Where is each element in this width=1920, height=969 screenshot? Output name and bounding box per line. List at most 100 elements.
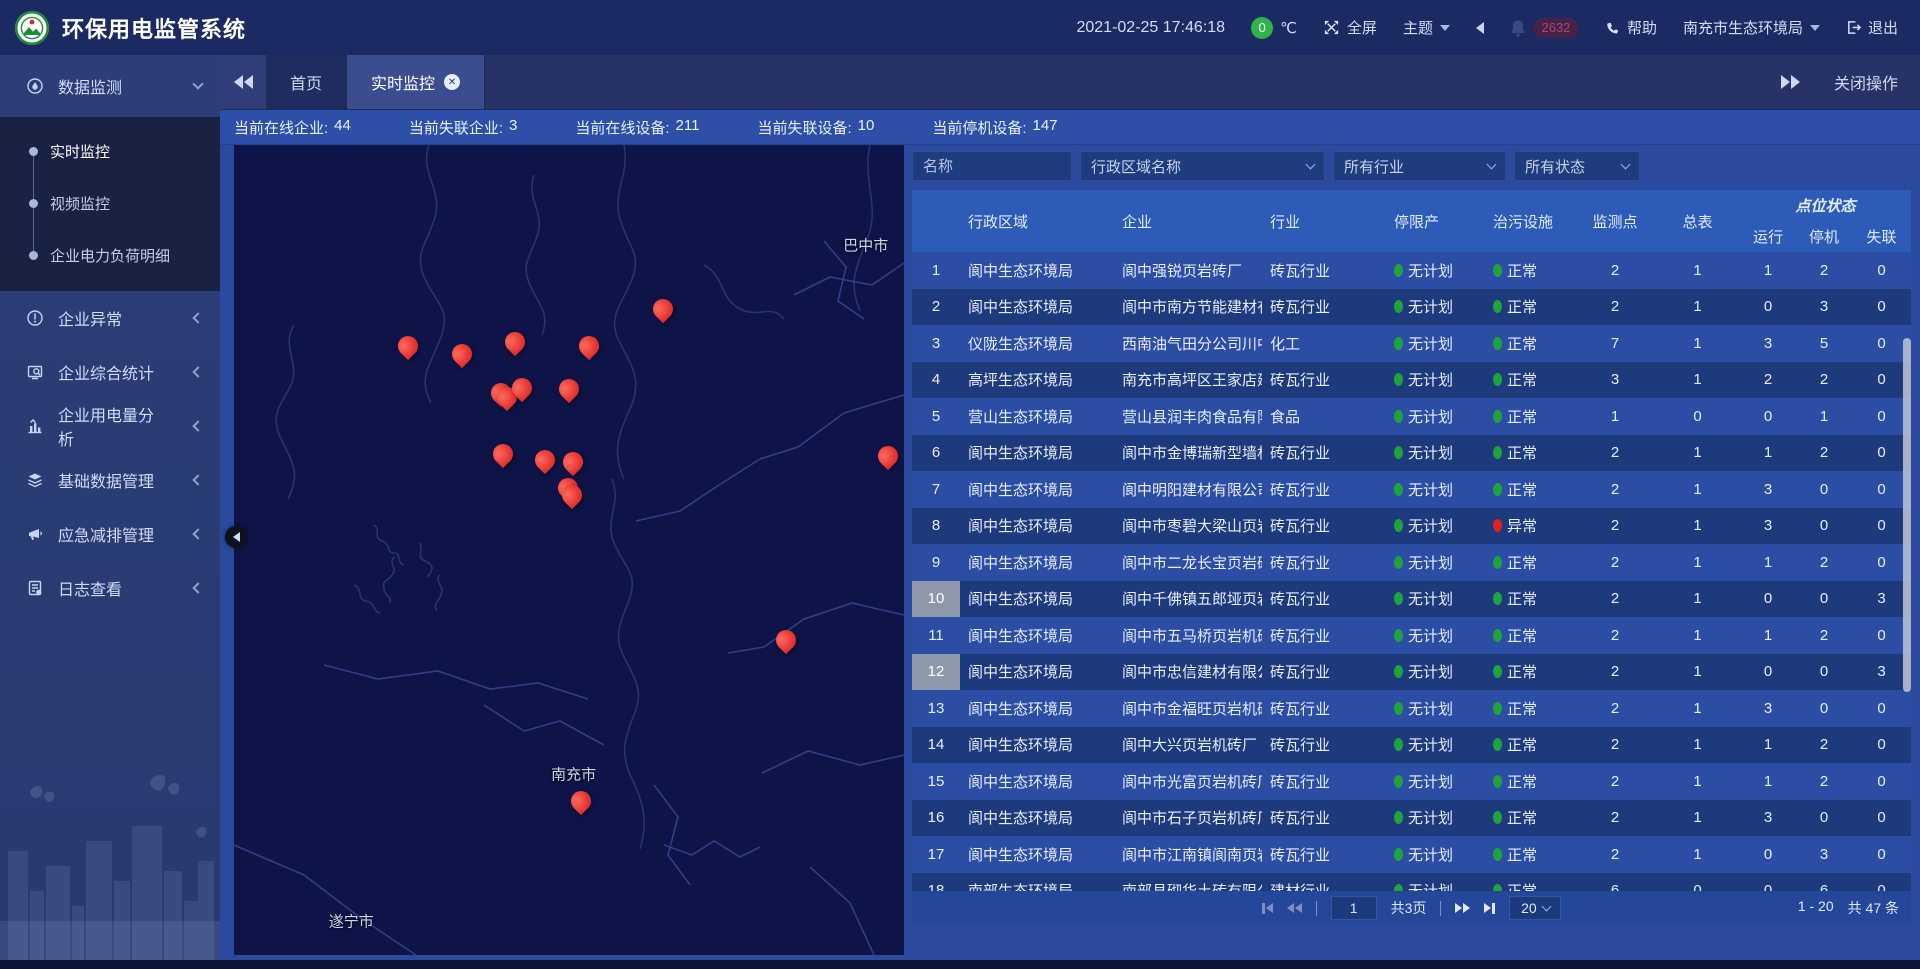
cell-lost-count: 0 [1852,289,1911,326]
map-pin[interactable] [559,379,579,399]
table-scrollbar-thumb[interactable] [1903,338,1911,692]
sidebar-item-2[interactable]: 企业综合统计 [0,345,220,399]
map-pin[interactable] [535,450,555,470]
map-pin[interactable] [512,378,532,398]
sidebar-subitem-1[interactable]: 视频监控 [0,177,220,229]
tabs-scroll-left-button[interactable] [220,55,266,109]
cell-company: 西南油气田分公司川中 [1110,325,1262,362]
prev-page-button[interactable] [1287,903,1302,913]
sidebar-subitem-2[interactable]: 企业电力负荷明细 [0,229,220,281]
cell-monitor-count: 2 [1575,435,1655,472]
total-count-label: 共 47 条 [1848,898,1899,918]
cell-region: 营山生态环境局 [960,398,1110,435]
table-row[interactable]: 10阆中生态环境局阆中千佛镇五郎垭页岩砖瓦行业无计划正常21003 [912,581,1911,618]
fullscreen-button[interactable]: 全屏 [1323,17,1377,38]
cell-region: 阆中生态环境局 [960,252,1110,289]
table-row[interactable]: 15阆中生态环境局阆中市光富页岩机砖厂砖瓦行业无计划正常21120 [912,763,1911,800]
table-row[interactable]: 16阆中生态环境局阆中市石子页岩机砖厂砖瓦行业无计划正常21300 [912,800,1911,837]
sidebar-item-4[interactable]: 基础数据管理 [0,453,220,507]
sidebar-subitem-0[interactable]: 实时监控 [0,125,220,177]
cell-halt-count: 3 [1796,836,1852,873]
region-select[interactable]: 行政区域名称 [1080,151,1325,181]
table-row[interactable]: 13阆中生态环境局阆中市金福旺页岩机砖砖瓦行业无计划正常21300 [912,690,1911,727]
close-operations-button[interactable]: 关闭操作 [1834,70,1898,94]
map-pin[interactable] [571,791,591,811]
cell-meter-count: 1 [1655,581,1740,618]
table-row[interactable]: 4高坪生态环境局南充市高坪区王家店建砖瓦行业无计划正常31220 [912,362,1911,399]
table-row[interactable]: 11阆中生态环境局阆中市五马桥页岩机砖砖瓦行业无计划正常21120 [912,617,1911,654]
status-text: 正常 [1507,880,1537,891]
chevron-left-icon [192,312,203,323]
cell-region: 阆中生态环境局 [960,763,1110,800]
table-row[interactable]: 3仪陇生态环境局西南油气田分公司川中化工无计划正常71350 [912,325,1911,362]
name-search-input[interactable] [912,151,1072,181]
table-row[interactable]: 12阆中生态环境局阆中市忠信建材有限公砖瓦行业无计划正常21003 [912,654,1911,691]
map-pin[interactable] [563,452,583,472]
cell-region: 仪陇生态环境局 [960,325,1110,362]
table-row[interactable]: 17阆中生态环境局阆中市江南镇阆南页岩砖瓦行业无计划正常21030 [912,836,1911,873]
table-row[interactable]: 2阆中生态环境局阆中市南方节能建材有砖瓦行业无计划正常21030 [912,289,1911,326]
logout-button[interactable]: 退出 [1846,17,1898,38]
cell-company: 阆中市南方节能建材有 [1110,289,1262,326]
map-pin[interactable] [653,299,673,319]
map-pin[interactable] [776,630,796,650]
cell-stop-status: 无计划 [1385,398,1480,435]
sidebar-item-6[interactable]: 日志查看 [0,561,220,615]
table-row[interactable]: 7阆中生态环境局阆中明阳建材有限公司砖瓦行业无计划正常21300 [912,471,1911,508]
status-text: 无计划 [1408,661,1453,682]
cell-facility-status: 正常 [1480,544,1575,581]
map-canvas[interactable]: 巴中市南充市遂宁市 [234,145,904,955]
status-text: 无计划 [1408,588,1453,609]
tabs-scroll-right-button[interactable] [1781,75,1800,89]
first-page-button[interactable] [1262,903,1273,914]
table-row[interactable]: 9阆中生态环境局阆中市二龙长宝页岩砖砖瓦行业无计划正常21120 [912,544,1911,581]
table-row[interactable]: 5营山生态环境局营山县润丰肉食品有限食品无计划正常10010 [912,398,1911,435]
cell-meter-count: 1 [1655,471,1740,508]
status-dot [1493,738,1502,751]
announcement-toggle[interactable] [1476,22,1484,34]
table-row[interactable]: 14阆中生态环境局阆中大兴页岩机砖厂砖瓦行业无计划正常21120 [912,727,1911,764]
page-size-select[interactable]: 20 [1509,896,1561,920]
cell-region: 阆中生态环境局 [960,581,1110,618]
sidebar-item-0[interactable]: 数据监测 [0,55,220,117]
cell-facility-status: 正常 [1480,398,1575,435]
status-select[interactable]: 所有状态 [1514,151,1640,181]
stats-bar: 当前在线企业:44当前失联企业:3当前在线设备:211当前失联设备:10当前停机… [220,110,1920,145]
range-label: 1 - 20 [1798,898,1834,918]
tab-0[interactable]: 首页 [266,55,347,109]
cell-facility-status: 正常 [1480,617,1575,654]
sidebar-item-5[interactable]: 应急减排管理 [0,507,220,561]
table-row[interactable]: 1阆中生态环境局阆中强锐页岩砖厂砖瓦行业无计划正常21120 [912,252,1911,289]
cell-industry: 砖瓦行业 [1262,690,1385,727]
table-row[interactable]: 8阆中生态环境局阆中市枣碧大梁山页岩砖瓦行业无计划异常21300 [912,508,1911,545]
next-page-button[interactable] [1455,903,1470,913]
tab-1[interactable]: 实时监控✕ [347,55,485,109]
last-page-button[interactable] [1484,903,1495,914]
table-row[interactable]: 18南部生态环境局南部县砌华土砖有限公建材行业无计划正常60060 [912,873,1911,892]
map-pin[interactable] [562,485,582,505]
cell-monitor-count: 2 [1575,654,1655,691]
help-button[interactable]: 帮助 [1605,17,1657,38]
cell-region: 阆中生态环境局 [960,800,1110,837]
close-icon[interactable]: ✕ [444,74,460,90]
sidebar-item-1[interactable]: 企业异常 [0,291,220,345]
stat-label: 当前失联设备: [757,117,851,138]
map-pin[interactable] [579,336,599,356]
page-number-input[interactable]: 1 [1331,896,1377,920]
map-pin[interactable] [452,344,472,364]
table-row[interactable]: 6阆中生态环境局阆中市金博瑞新型墙材砖瓦行业无计划正常21120 [912,435,1911,472]
map-pin[interactable] [878,446,898,466]
org-dropdown[interactable]: 南充市生态环境局 [1683,17,1820,38]
notifications[interactable]: 2632 [1510,18,1579,38]
status-dot [1493,446,1502,459]
status-text: 无计划 [1408,880,1453,891]
map-pin[interactable] [505,332,525,352]
cell-stop-status: 无计划 [1385,654,1480,691]
map-collapse-handle[interactable] [225,526,247,548]
theme-dropdown[interactable]: 主题 [1403,17,1450,38]
sidebar-item-3[interactable]: 企业用电量分析 [0,399,220,453]
map-pin[interactable] [493,444,513,464]
industry-select[interactable]: 所有行业 [1333,151,1506,181]
status-dot [1394,519,1403,532]
map-pin[interactable] [398,336,418,356]
